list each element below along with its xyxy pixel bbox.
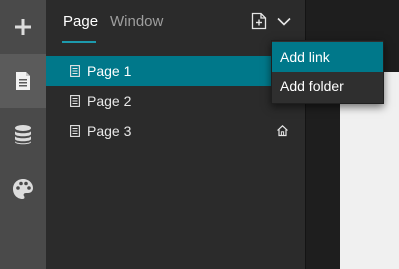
- pages-panel: Page Window Page 1 Page 2 Page 3: [46, 0, 305, 269]
- database-icon: [15, 125, 31, 145]
- data-panel-button[interactable]: [0, 108, 46, 162]
- page-doc-icon: [70, 65, 80, 77]
- add-menu-dropdown-button[interactable]: [273, 10, 295, 32]
- menu-item-label: Add folder: [280, 78, 344, 94]
- pages-panel-button[interactable]: [0, 54, 46, 108]
- menu-item-label: Add link: [280, 49, 330, 65]
- add-page-button[interactable]: [248, 10, 270, 32]
- tab-window[interactable]: Window: [110, 13, 163, 31]
- page-doc-icon: [70, 125, 80, 137]
- page-row-3[interactable]: Page 3: [46, 116, 305, 146]
- page-label: Page 3: [87, 123, 132, 139]
- add-page-icon: [251, 12, 267, 30]
- page-icon: [16, 72, 30, 90]
- page-row-2[interactable]: Page 2: [46, 86, 305, 116]
- page-row-1[interactable]: Page 1: [46, 56, 305, 86]
- page-doc-icon: [70, 95, 80, 107]
- chevron-down-icon: [277, 17, 291, 26]
- menu-item-add-link[interactable]: Add link: [272, 42, 383, 72]
- theme-panel-button[interactable]: [0, 162, 46, 216]
- menu-item-add-folder[interactable]: Add folder: [272, 71, 383, 101]
- active-tab-indicator: [62, 41, 96, 43]
- page-label: Page 2: [87, 93, 132, 109]
- add-widget-button[interactable]: [0, 0, 46, 54]
- plus-icon: [15, 19, 31, 35]
- home-icon: [277, 124, 288, 137]
- tab-page[interactable]: Page: [63, 13, 98, 31]
- page-label: Page 1: [87, 63, 132, 79]
- add-dropdown-menu: Add link Add folder: [271, 40, 384, 104]
- palette-icon: [13, 179, 33, 199]
- left-sidebar-rail: [0, 0, 47, 269]
